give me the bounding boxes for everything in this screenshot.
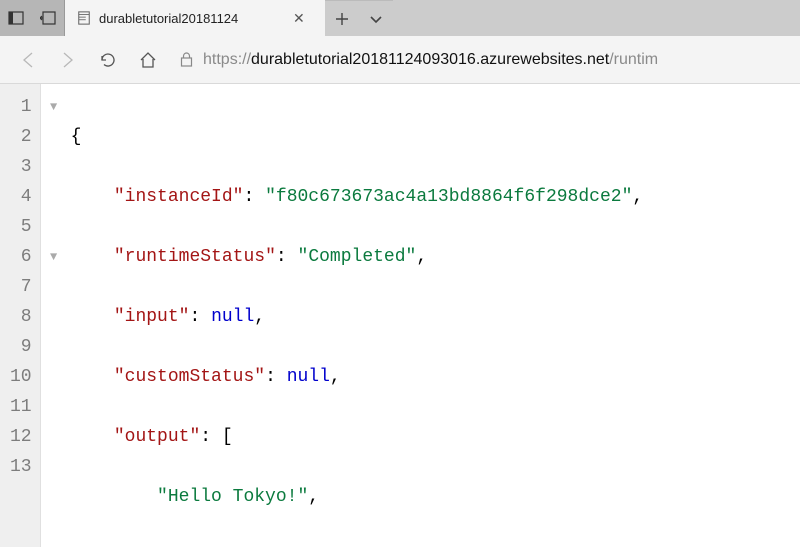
- json-string: Hello Tokyo!: [168, 487, 298, 507]
- fold-toggle-icon[interactable]: ▼: [50, 92, 57, 122]
- set-aside-tabs-icon[interactable]: [32, 0, 64, 36]
- refresh-button[interactable]: [88, 40, 128, 80]
- line-number: 12: [10, 422, 32, 452]
- json-key: runtimeStatus: [125, 247, 265, 267]
- window-tab-controls: [0, 0, 65, 36]
- json-key: instanceId: [125, 187, 233, 207]
- json-key: output: [125, 427, 190, 447]
- tabs-dropdown-icon[interactable]: [359, 1, 393, 36]
- line-number: 2: [10, 122, 32, 152]
- line-number: 6: [10, 242, 32, 272]
- line-number: 3: [10, 152, 32, 182]
- json-null: null: [211, 307, 254, 327]
- titlebar: durabletutorial20181124 ✕: [0, 0, 800, 36]
- line-number: 1: [10, 92, 32, 122]
- line-number: 8: [10, 302, 32, 332]
- line-number-gutter: 1 2 3 4 5 6 7 8 9 10 11 12 13: [0, 84, 41, 547]
- tab-aside-icon[interactable]: [0, 0, 32, 36]
- url-protocol: https://: [203, 51, 251, 69]
- fold-toggle-icon[interactable]: ▼: [50, 242, 57, 272]
- forward-button[interactable]: [48, 40, 88, 80]
- json-viewer: 1 2 3 4 5 6 7 8 9 10 11 12 13 ▼ ▼ { "ins…: [0, 84, 800, 547]
- lock-icon: [180, 52, 193, 67]
- address-bar[interactable]: https://durabletutorial20181124093016.az…: [176, 43, 792, 77]
- json-string: f80c673673ac4a13bd8864f6f298dce2: [276, 187, 622, 207]
- line-number: 4: [10, 182, 32, 212]
- json-key: input: [125, 307, 179, 327]
- new-tab-button[interactable]: [325, 1, 359, 36]
- json-null: null: [287, 367, 330, 387]
- line-number: 13: [10, 452, 32, 482]
- browser-tab-active[interactable]: durabletutorial20181124 ✕: [65, 0, 325, 36]
- json-string: Completed: [308, 247, 405, 267]
- fold-column: ▼ ▼: [41, 84, 67, 547]
- close-icon[interactable]: ✕: [293, 10, 305, 27]
- tab-bar-rest: [325, 0, 393, 36]
- url-host: durabletutorial20181124093016.azurewebsi…: [251, 51, 609, 69]
- code-content[interactable]: { "instanceId": "f80c673673ac4a13bd8864f…: [67, 84, 800, 547]
- navbar: https://durabletutorial20181124093016.az…: [0, 36, 800, 84]
- tab-title: durabletutorial20181124: [99, 11, 279, 26]
- back-button[interactable]: [8, 40, 48, 80]
- home-button[interactable]: [128, 40, 168, 80]
- json-key: customStatus: [125, 367, 255, 387]
- page-icon: [77, 11, 91, 25]
- line-number: 5: [10, 212, 32, 242]
- line-number: 9: [10, 332, 32, 362]
- url-path: /runtim: [609, 51, 658, 69]
- line-number: 7: [10, 272, 32, 302]
- line-number: 10: [10, 362, 32, 392]
- line-number: 11: [10, 392, 32, 422]
